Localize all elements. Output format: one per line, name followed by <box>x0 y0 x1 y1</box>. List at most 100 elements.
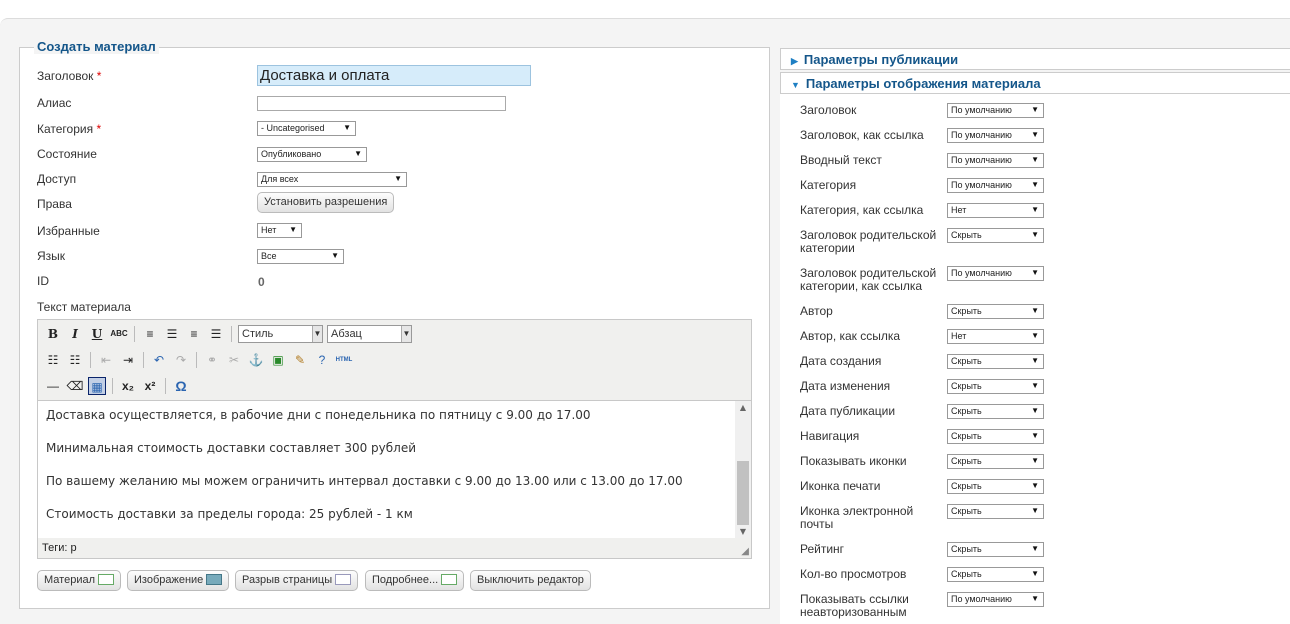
insert-image-button[interactable]: Изображение <box>127 570 230 591</box>
option-label: Заголовок родительской категории, как сс… <box>800 266 937 293</box>
option-label: Вводный текст <box>800 153 882 167</box>
option-select[interactable]: Скрыть ▼ <box>947 567 1044 582</box>
underline-icon[interactable]: U <box>88 325 106 343</box>
horizontal-rule-icon[interactable]: — <box>44 377 62 395</box>
format-select[interactable]: Абзац ▼ <box>327 325 412 343</box>
link-icon[interactable]: ⚭ <box>203 351 221 369</box>
toolbar-separator <box>90 352 91 368</box>
visual-aid-icon[interactable]: ▦ <box>88 377 106 395</box>
editor-status-path: Теги: p <box>42 542 77 554</box>
featured-label: Избранные <box>37 224 100 238</box>
option-select[interactable]: По умолчанию ▼ <box>947 153 1044 168</box>
option-select[interactable]: По умолчанию ▼ <box>947 592 1044 607</box>
option-label: Кол-во просмотров <box>800 567 907 581</box>
style-select[interactable]: Стиль ▼ <box>238 325 323 343</box>
editor-scrollbar[interactable]: ▲ ▼ <box>735 401 751 538</box>
option-select[interactable]: По умолчанию ▼ <box>947 103 1044 118</box>
featured-select[interactable]: Нет ▼ <box>257 223 302 238</box>
editor-content-area[interactable]: Доставка осуществляется, в рабочие дни с… <box>38 400 751 538</box>
toolbar-separator <box>112 378 113 394</box>
toolbar-separator <box>231 326 232 342</box>
align-justify-icon[interactable]: ☰ <box>207 325 225 343</box>
remove-format-icon[interactable]: ⌫ <box>66 377 84 395</box>
id-value: 0 <box>258 275 265 289</box>
id-label: ID <box>37 274 49 288</box>
collapsed-arrow-icon: ▶ <box>791 56 798 66</box>
help-icon[interactable]: ? <box>313 351 331 369</box>
html-icon[interactable]: HTML <box>335 351 353 369</box>
state-select[interactable]: Опубликовано ▼ <box>257 147 367 162</box>
option-select[interactable]: По умолчанию ▼ <box>947 266 1044 281</box>
toolbar-separator <box>134 326 135 342</box>
read-more-button[interactable]: Подробнее... <box>365 570 465 591</box>
title-label: Заголовок * <box>37 69 102 83</box>
align-right-icon[interactable]: ≡ <box>185 325 203 343</box>
toolbar-separator <box>165 378 166 394</box>
toolbar-separator <box>143 352 144 368</box>
option-select[interactable]: Скрыть ▼ <box>947 542 1044 557</box>
option-select[interactable]: По умолчанию ▼ <box>947 178 1044 193</box>
scrollbar-thumb[interactable] <box>737 461 749 525</box>
strikethrough-icon[interactable]: ABC <box>110 325 128 343</box>
resize-handle-icon[interactable]: ◢ <box>741 546 749 557</box>
content-paragraph: По вашему желанию мы можем ограничить ин… <box>46 474 683 488</box>
scroll-down-icon[interactable]: ▼ <box>735 525 751 538</box>
italic-icon[interactable]: I <box>66 325 84 343</box>
toggle-editor-button[interactable]: Выключить редактор <box>470 570 591 591</box>
subscript-icon[interactable]: x₂ <box>119 377 137 395</box>
superscript-icon[interactable]: x² <box>141 377 159 395</box>
category-label: Категория * <box>37 122 102 136</box>
bold-icon[interactable]: B <box>44 325 62 343</box>
option-label: Заголовок, как ссылка <box>800 128 924 142</box>
option-select[interactable]: По умолчанию ▼ <box>947 128 1044 143</box>
option-label: Заголовок родительской категории <box>800 228 937 255</box>
expanded-arrow-icon: ▼ <box>791 80 800 90</box>
scroll-up-icon[interactable]: ▲ <box>735 401 751 415</box>
content-paragraph: Стоимость доставки за пределы города: 25… <box>46 507 413 521</box>
rich-text-editor: B I U ABC ≡ ☰ ≡ ☰ Стиль ▼ Абзац ▼ ☷ ☷ ⇤ ⇥ … <box>37 319 752 559</box>
page-break-button[interactable]: Разрыв страницы <box>235 570 359 591</box>
alias-input[interactable] <box>257 96 506 111</box>
bullet-list-icon[interactable]: ☷ <box>44 351 62 369</box>
language-select[interactable]: Все ▼ <box>257 249 344 264</box>
display-options-header[interactable]: ▼ Параметры отображения материала <box>780 72 1290 94</box>
set-permissions-button[interactable]: Установить разрешения <box>257 192 395 213</box>
align-center-icon[interactable]: ☰ <box>163 325 181 343</box>
outdent-icon[interactable]: ⇤ <box>97 351 115 369</box>
option-select[interactable]: Скрыть ▼ <box>947 379 1044 394</box>
page-break-icon <box>335 574 352 585</box>
option-select[interactable]: Нет ▼ <box>947 329 1044 344</box>
toolbar-separator <box>196 352 197 368</box>
publishing-options-header[interactable]: ▶ Параметры публикации <box>780 48 1290 70</box>
insert-article-button[interactable]: Материал <box>37 570 121 591</box>
option-select[interactable]: Скрыть ▼ <box>947 504 1044 519</box>
unlink-icon[interactable]: ✂ <box>225 351 243 369</box>
title-input[interactable]: Доставка и оплата <box>257 65 531 86</box>
option-select[interactable]: Нет ▼ <box>947 203 1044 218</box>
insert-image-icon[interactable]: ▣ <box>269 351 287 369</box>
option-label: Дата изменения <box>800 379 891 393</box>
anchor-icon[interactable]: ⚓ <box>247 351 265 369</box>
indent-icon[interactable]: ⇥ <box>119 351 137 369</box>
redo-icon[interactable]: ↷ <box>172 351 190 369</box>
option-label: Иконка печати <box>800 479 881 493</box>
option-select[interactable]: Скрыть ▼ <box>947 228 1044 243</box>
undo-icon[interactable]: ↶ <box>150 351 168 369</box>
option-select[interactable]: Скрыть ▼ <box>947 479 1044 494</box>
option-select[interactable]: Скрыть ▼ <box>947 454 1044 469</box>
option-select[interactable]: Скрыть ▼ <box>947 354 1044 369</box>
cleanup-icon[interactable]: ✎ <box>291 351 309 369</box>
option-select[interactable]: Скрыть ▼ <box>947 404 1044 419</box>
option-select[interactable]: Скрыть ▼ <box>947 429 1044 444</box>
editor-toolbar-row-2: ☷ ☷ ⇤ ⇥ ↶ ↷ ⚭ ✂ ⚓ ▣ ✎ ? HTML <box>44 350 353 370</box>
special-character-icon[interactable]: Ω <box>172 377 190 395</box>
option-select[interactable]: Скрыть ▼ <box>947 304 1044 319</box>
option-label: Рейтинг <box>800 542 845 556</box>
language-label: Язык <box>37 249 66 263</box>
category-select[interactable]: - Uncategorised ▼ <box>257 121 356 136</box>
permissions-label: Права <box>37 197 72 211</box>
align-left-icon[interactable]: ≡ <box>141 325 159 343</box>
numbered-list-icon[interactable]: ☷ <box>66 351 84 369</box>
editor-toolbar-row-1: B I U ABC ≡ ☰ ≡ ☰ Стиль ▼ Абзац ▼ <box>44 324 412 344</box>
access-select[interactable]: Для всех ▼ <box>257 172 407 187</box>
